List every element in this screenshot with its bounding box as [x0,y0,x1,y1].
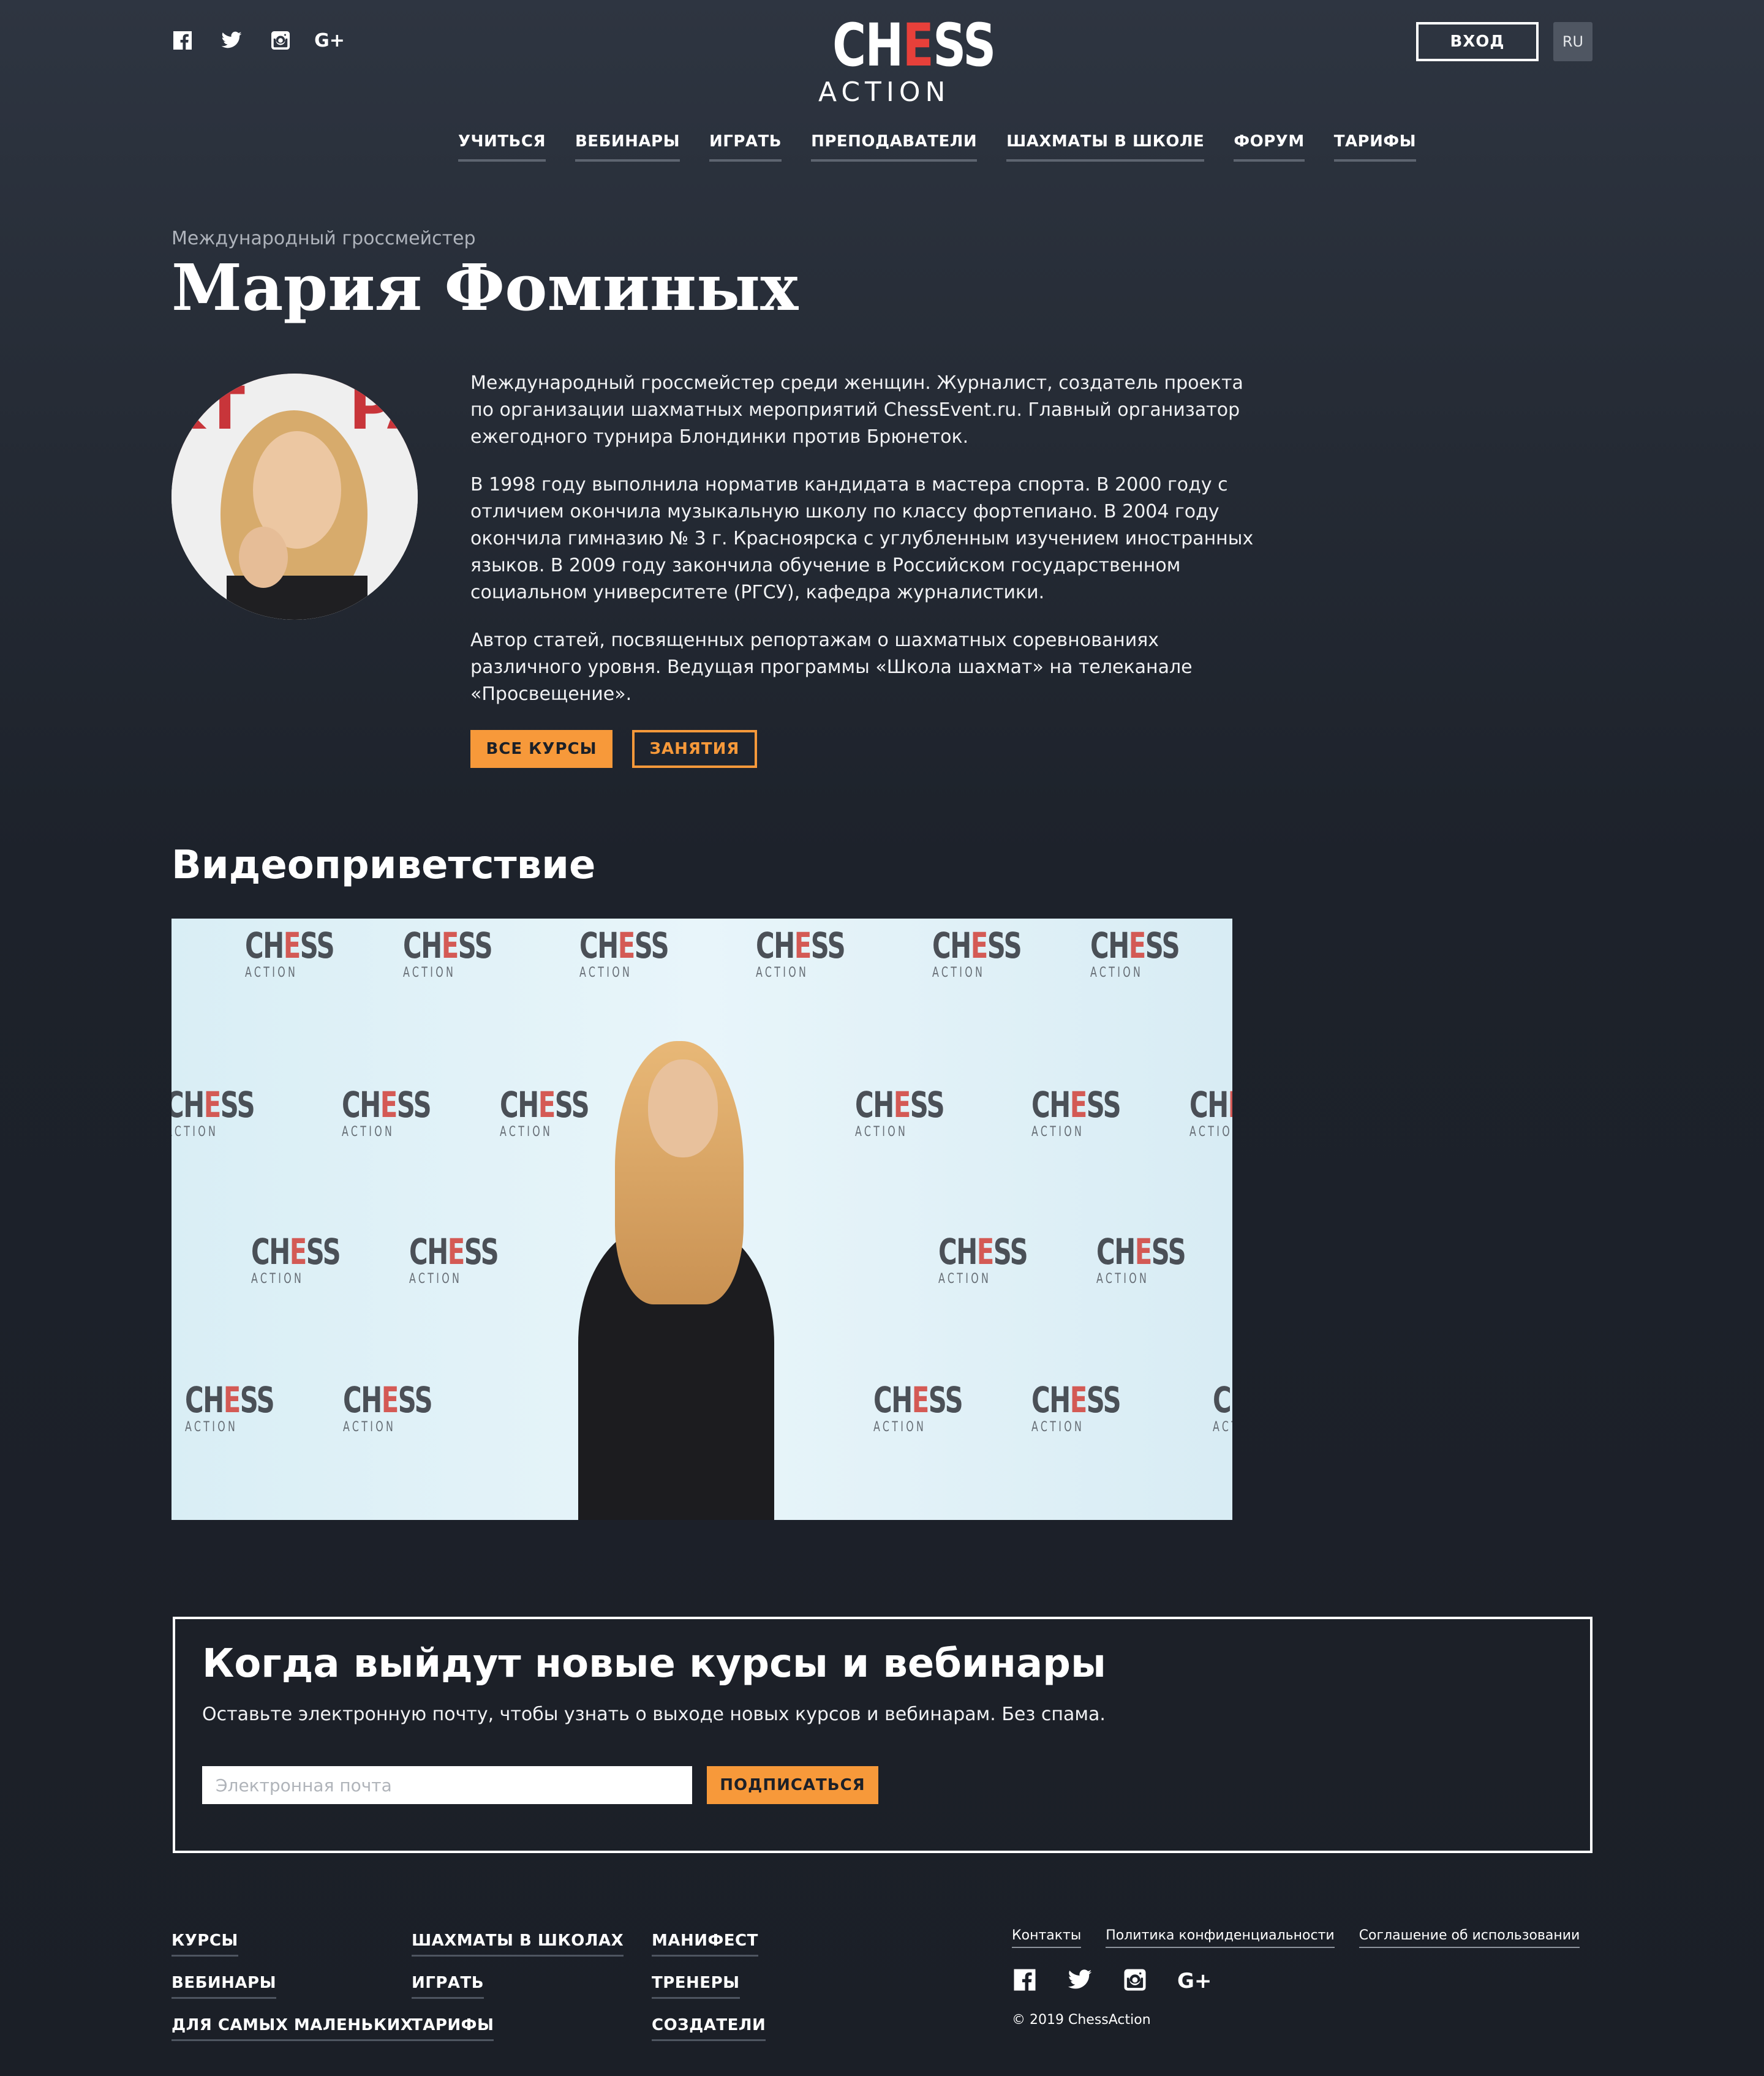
video-watermark-logo: CHESSACTION [932,925,1022,980]
instagram-icon[interactable] [270,29,292,51]
profile-subtitle: Международный гроссмейстер [172,228,476,249]
video-watermark-logo: CHESSACTION [1031,1084,1121,1140]
video-watermark-logo: CHESSACTION [855,1084,945,1140]
subscribe-title: Когда выйдут новые курсы и вебинары [202,1641,1106,1687]
footer-link-pricing[interactable]: ТАРИФЫ [412,2016,494,2041]
logo-action-text: ACTION [818,77,951,108]
main-nav: УЧИТЬСЯ ВЕБИНАРЫ ИГРАТЬ ПРЕПОДАВАТЕЛИ ША… [458,132,1417,162]
google-plus-icon[interactable]: G+ [1177,1969,1212,1993]
lessons-button[interactable]: ЗАНЯТИЯ [632,730,757,768]
video-watermark-logo: CHESSACTION [342,1084,432,1140]
video-watermark-logo: CHESSACTION [409,1231,499,1287]
copyright: © 2019 ChessAction [1012,2012,1151,2028]
bio-paragraph: Автор статей, посвященных репортажам о ш… [470,630,1193,705]
subscribe-button[interactable]: ПОДПИСАТЬСЯ [707,1766,878,1804]
facebook-icon[interactable] [1012,1967,1038,1995]
email-field[interactable] [202,1766,692,1804]
footer-social: G+ [1012,1967,1212,1995]
header-social: G+ [172,29,345,51]
subscribe-description: Оставьте электронную почту, чтобы узнать… [202,1704,1106,1725]
page-title: Мария Фоминых [172,250,799,325]
video-watermark-logo: CHESSACTION [938,1231,1028,1287]
all-courses-button[interactable]: ВСЕ КУРСЫ [470,730,612,768]
video-watermark-logo: CHESSACTION [1189,1084,1232,1140]
nav-webinars[interactable]: ВЕБИНАРЫ [575,132,680,162]
nav-learn[interactable]: УЧИТЬСЯ [458,132,546,162]
nav-pricing[interactable]: ТАРИФЫ [1333,132,1417,162]
footer-link-trainers[interactable]: ТРЕНЕРЫ [652,1974,740,1999]
footer-link-creators[interactable]: СОЗДАТЕЛИ [652,2016,766,2041]
video-watermark-logo: CHESSACTION [1090,925,1180,980]
google-plus-icon[interactable]: G+ [314,29,345,51]
footer-link-play[interactable]: ИГРАТЬ [412,1974,484,1999]
footer-column-3: МАНИФЕСТ ТРЕНЕРЫ СОЗДАТЕЛИ [652,1931,766,2041]
nav-chess-in-school[interactable]: ШАХМАТЫ В ШКОЛЕ [1006,132,1205,162]
nav-play[interactable]: ИГРАТЬ [709,132,782,162]
video-watermark-logo: CHESSACTION [579,925,669,980]
chess-action-logo[interactable]: CHESS ACTION [818,11,996,108]
footer-column-1: КУРСЫ ВЕБИНАРЫ ДЛЯ САМЫХ МАЛЕНЬКИХ [172,1931,413,2041]
bio-paragraph: Международный гроссмейстер среди женщин.… [470,372,1243,448]
nav-teachers[interactable]: ПРЕПОДАВАТЕЛИ [811,132,978,162]
video-watermark-logo: CHESSACTION [172,1084,255,1140]
footer-legal-links: Контакты Политика конфиденциальности Сог… [1012,1928,1580,1948]
video-watermark-logo: CHESSACTION [1031,1379,1121,1435]
footer-link-manifest[interactable]: МАНИФЕСТ [652,1931,758,1957]
avatar: KT PA [172,374,418,620]
video-watermark-logo: CHESSACTION [756,925,846,980]
bio-paragraph: В 1998 году выполнила норматив кандидата… [470,474,1254,603]
profile-bio: Международный гроссмейстер среди женщин.… [470,370,1261,729]
video-watermark-logo: CHESSACTION [873,1379,963,1435]
facebook-icon[interactable] [172,29,194,51]
video-watermark-logo: CHESSACTION [251,1231,341,1287]
instagram-icon[interactable] [1122,1967,1148,1995]
footer-link-courses[interactable]: КУРСЫ [172,1931,238,1957]
footer-link-terms[interactable]: Соглашение об использовании [1359,1928,1580,1948]
video-watermark-logo: CHESSACTION [1096,1231,1186,1287]
video-player[interactable]: CHESSACTION CHESSACTION CHESSACTION CHESSAC… [172,919,1232,1520]
video-section-title: Видеоприветствие [172,843,596,888]
svg-text:PA: PA [349,374,418,443]
footer-link-privacy[interactable]: Политика конфиденциальности [1106,1928,1335,1948]
nav-forum[interactable]: ФОРУМ [1234,132,1305,162]
footer-link-webinars[interactable]: ВЕБИНАРЫ [172,1974,277,1999]
footer-link-kids[interactable]: ДЛЯ САМЫХ МАЛЕНЬКИХ [172,2016,413,2041]
video-watermark-logo: CHESSACTION [245,925,335,980]
footer-link-contacts[interactable]: Контакты [1012,1928,1082,1948]
footer-column-2: ШАХМАТЫ В ШКОЛАХ ИГРАТЬ ТАРИФЫ [412,1931,624,2041]
svg-text:KT: KT [172,374,245,443]
footer-link-chess-in-schools[interactable]: ШАХМАТЫ В ШКОЛАХ [412,1931,624,1957]
video-presenter [551,1041,784,1520]
login-button[interactable]: ВХОД [1416,22,1539,61]
twitter-icon[interactable] [1067,1967,1093,1995]
twitter-icon[interactable] [221,29,243,51]
logo-chess-text: CHESS [832,11,996,80]
video-watermark-logo: CHESSACTION [403,925,493,980]
video-watermark-logo: CHESSACTION [343,1379,433,1435]
language-selector[interactable]: RU [1553,22,1593,61]
video-watermark-logo: CHESSACTION [185,1379,275,1435]
video-watermark-logo: CHESSACTION [1213,1379,1232,1435]
